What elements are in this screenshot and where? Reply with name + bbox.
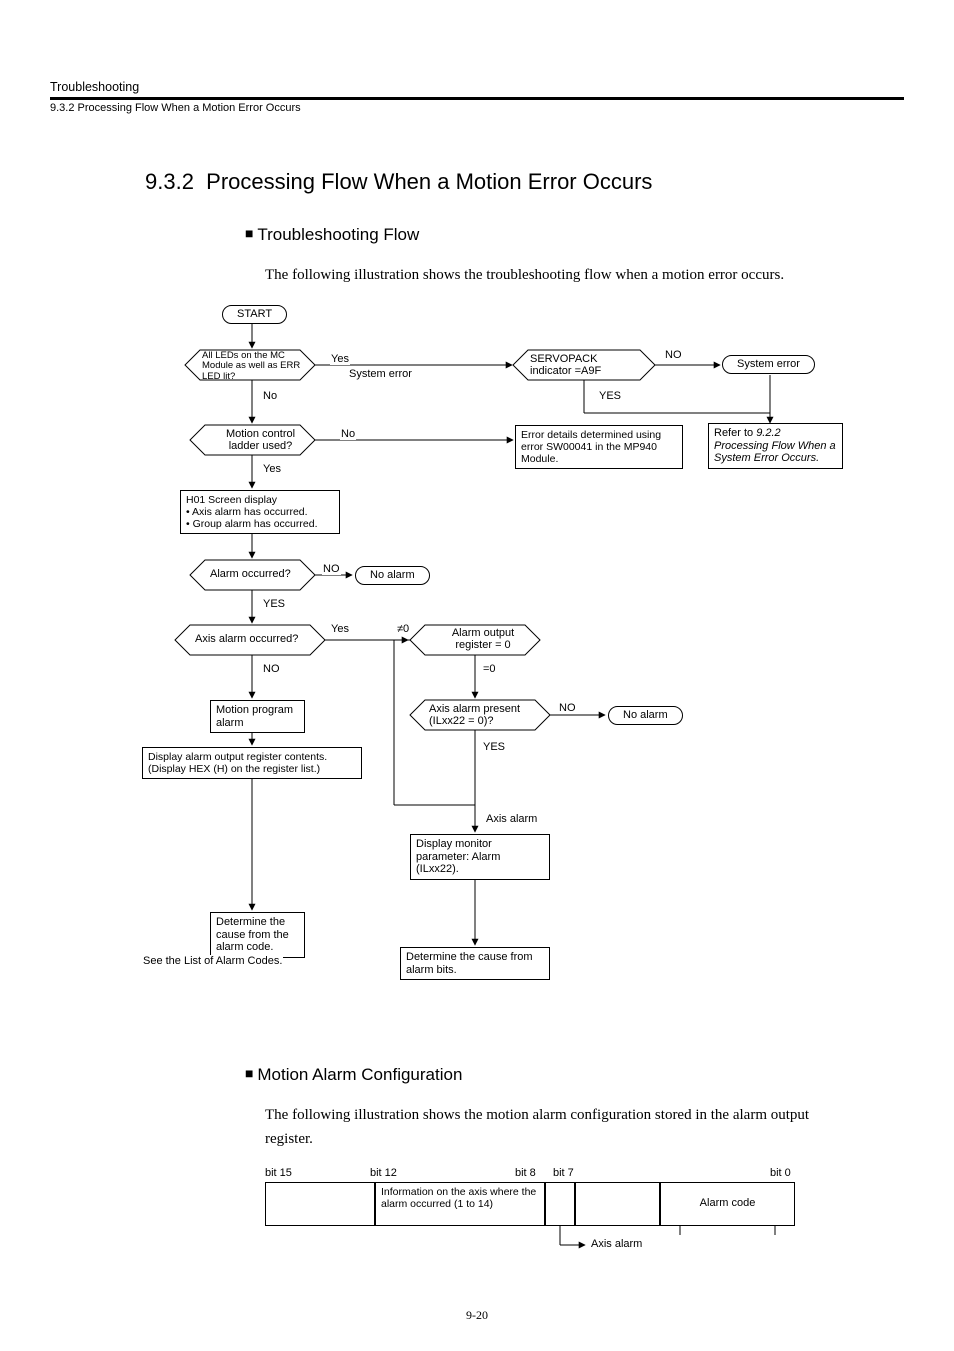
flow-d-ilxx: Axis alarm present (ILxx22 = 0)? (429, 703, 539, 727)
edge-reg-ne: ≠0 (396, 623, 410, 635)
flow-det-bits: Determine the cause from alarm bits. (400, 947, 550, 980)
section-heading: 9.3.2 Processing Flow When a Motion Erro… (145, 169, 904, 195)
flow-d-alarm: Alarm occurred? (210, 568, 291, 580)
flow-no-alarm-1: No alarm (355, 566, 430, 585)
flow-d-axis: Axis alarm occurred? (195, 633, 298, 645)
edge-axis-yes: Yes (330, 623, 350, 635)
header-subsection: 9.3.2 Processing Flow When a Motion Erro… (50, 102, 904, 114)
flow-disp-monitor: Display monitor parameter: Alarm (ILxx22… (410, 834, 550, 880)
header-chapter: Troubleshooting (50, 80, 904, 94)
bit-axis-alarm: Axis alarm (591, 1238, 642, 1250)
flow-h01-box: H01 Screen display • Axis alarm has occu… (180, 490, 340, 534)
flow-det-code: Determine the cause from the alarm code. (210, 912, 305, 958)
intro-text-1: The following illustration shows the tro… (265, 263, 854, 287)
flow-no-alarm-2: No alarm (608, 706, 683, 725)
flow-start: START (222, 305, 287, 324)
edge-servo-yes: YES (598, 390, 622, 402)
flow-err-details: Error details determined using error SW0… (515, 425, 683, 469)
flow-d-leds: All LEDs on the MC Module as well as ERR… (202, 351, 310, 382)
section-number: 9.3.2 (145, 169, 194, 194)
section-title: Processing Flow When a Motion Error Occu… (206, 169, 652, 194)
edge-ilxx-yes: YES (482, 741, 506, 753)
subheading-troubleshooting-flow: Troubleshooting Flow (245, 225, 904, 245)
flow-disp-reg: Display alarm output register contents. … (142, 747, 362, 779)
edge-ilxx-no: NO (558, 702, 577, 714)
page-number: 9-20 (0, 1308, 954, 1323)
edge-leds-yes: Yes (330, 353, 350, 365)
edge-ladder-yes: Yes (262, 463, 282, 475)
subheading-motion-alarm-config: Motion Alarm Configuration (245, 1065, 904, 1085)
edge-leds-no: No (262, 390, 278, 402)
bit-diagram: bit 15 bit 12 bit 8 bit 7 bit 0 Informat… (265, 1167, 904, 1267)
edge-reg-eq: =0 (482, 663, 497, 675)
edge-axis-no: NO (262, 663, 281, 675)
intro-text-2: The following illustration shows the mot… (265, 1103, 854, 1151)
flow-refer-box: Refer to 9.2.2 Processing Flow When a Sy… (708, 423, 843, 469)
flow-mp-alarm: Motion program alarm (210, 700, 305, 733)
flow-d-ladder: Motion control ladder used? (213, 428, 308, 452)
flow-see-list: See the List of Alarm Codes. (142, 955, 283, 967)
edge-alarm-no: NO (322, 563, 341, 575)
header-rule (50, 97, 904, 100)
flow-d-servopack: SERVOPACK indicator =A9F (530, 353, 640, 377)
edge-ladder-no: No (340, 428, 356, 440)
edge-alarm-yes: YES (262, 598, 286, 610)
flowchart: START All LEDs on the MC Module as well … (50, 305, 904, 1035)
flow-d-reg: Alarm output register = 0 (438, 627, 528, 651)
label-system-error-left: System error (348, 368, 413, 380)
flow-axis-alarm-label: Axis alarm (485, 813, 538, 825)
flow-system-error: System error (722, 355, 815, 374)
edge-servo-no: NO (664, 349, 683, 361)
